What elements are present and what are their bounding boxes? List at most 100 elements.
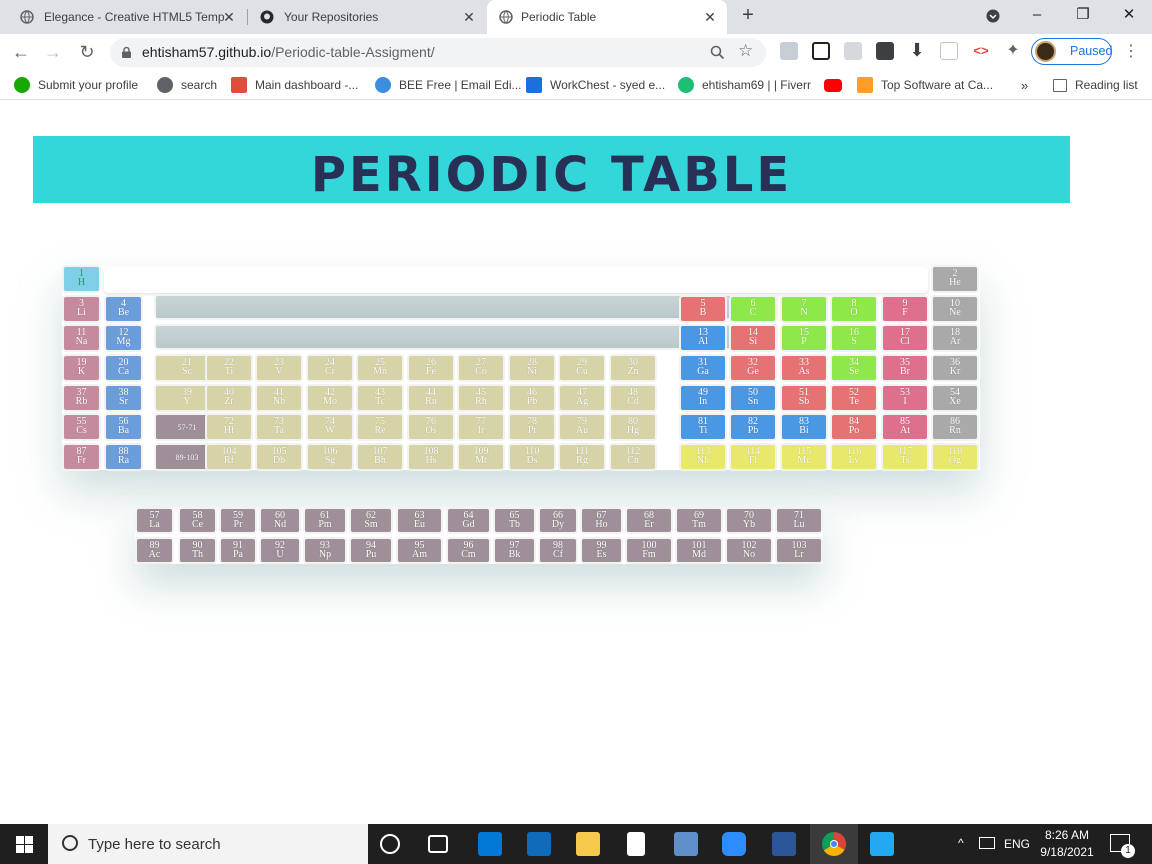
element-cell[interactable]: 75 Re [356,413,404,441]
element-cell[interactable]: 89 Ac [135,537,174,564]
notepad-icon[interactable] [627,832,645,856]
element-cell[interactable]: 107 Bh [356,443,404,471]
box-extension-icon[interactable] [940,42,958,60]
windows-start-button[interactable] [0,824,48,864]
element-cell[interactable]: 72 Hf [205,413,253,441]
element-cell[interactable]: 16 S [830,324,878,352]
element-cell[interactable]: 56 Ba [104,413,143,441]
minimize-icon[interactable]: – [1025,4,1049,28]
restore-icon[interactable]: ❐ [1071,4,1095,28]
chrome-taskbar-active[interactable] [810,824,858,864]
element-cell[interactable]: 27 Co [457,354,505,382]
element-cell[interactable]: 31 Ga [679,354,727,382]
element-cell[interactable]: 113 Nh [679,443,727,471]
file-explorer-icon[interactable] [576,832,600,856]
element-cell[interactable]: 52 Te [830,384,878,412]
element-cell[interactable]: 79 Au [558,413,606,441]
bookmarks-overflow[interactable]: » [1021,76,1028,94]
element-cell[interactable]: 114 Fl [729,443,777,471]
element-cell[interactable]: 101 Md [675,537,723,564]
notifications-icon[interactable]: 1 [1110,834,1135,858]
element-cell[interactable]: 112 Cn [609,443,657,471]
element-cell[interactable]: 43 Tc [356,384,404,412]
element-cell[interactable]: 44 Ru [407,384,455,412]
bookmark-item[interactable]: WorkChest - syed e... [526,76,665,94]
reload-icon[interactable]: ↻ [76,41,98,63]
element-cell[interactable]: 2 He [931,265,979,293]
task-view-icon[interactable] [428,835,448,853]
element-cell[interactable]: 20 Ca [104,354,143,382]
element-cell[interactable]: 62 Sm [349,507,393,534]
element-cell[interactable]: 96 Cm [446,537,491,564]
element-cell[interactable]: 92 U [259,537,301,564]
element-cell[interactable]: 73 Ta [255,413,303,441]
star-icon[interactable]: ☆ [738,41,753,61]
code-extension-icon[interactable]: <> [972,42,990,60]
download-icon[interactable]: ⬇ [908,41,926,60]
element-cell[interactable]: 51 Sb [780,384,828,412]
element-cell[interactable]: 81 Ti [679,413,727,441]
tab-periodic-table[interactable]: Periodic Table ✕ [487,0,727,34]
element-cell[interactable]: 18 Ar [931,324,979,352]
element-cell[interactable]: 83 Bi [780,413,828,441]
bookmark-item[interactable]: BEE Free | Email Edi... [375,76,522,94]
element-cell[interactable]: 47 Ag [558,384,606,412]
element-cell[interactable]: 69 Tm [675,507,723,534]
element-cell[interactable]: 80 Hg [609,413,657,441]
element-cell[interactable]: 103 Lr [775,537,823,564]
element-cell[interactable]: 19 K [62,354,101,382]
element-cell[interactable]: 102 No [725,537,773,564]
forward-arrow-icon[interactable]: → [42,41,64,63]
element-cell[interactable]: 50 Sn [729,384,777,412]
element-cell[interactable]: 87 Fr [62,443,101,471]
back-arrow-icon[interactable]: ← [10,41,32,63]
network-icon[interactable] [979,837,995,849]
element-cell[interactable]: 65 Tb [493,507,536,534]
element-cell[interactable]: 59 Pr [219,507,257,534]
element-cell[interactable]: 1H [62,265,101,293]
element-cell[interactable]: 106 Sg [306,443,354,471]
element-cell[interactable]: 14 Si [729,324,777,352]
element-cell[interactable]: 49 In [679,384,727,412]
vscode-icon[interactable] [870,832,894,856]
element-cell[interactable]: 15 P [780,324,828,352]
element-cell[interactable]: 30 Zn [609,354,657,382]
element-cell[interactable]: 46 Pb [508,384,556,412]
element-cell[interactable]: 90 Th [178,537,217,564]
element-cell[interactable]: 55 Cs [62,413,101,441]
element-cell[interactable]: 57 La [135,507,174,534]
element-cell[interactable]: 9F [881,295,929,323]
element-cell[interactable]: 99 Es [580,537,623,564]
element-cell[interactable]: 41 Nb [255,384,303,412]
puzzle-icon[interactable]: ✦ [1004,42,1022,60]
element-cell[interactable]: 11 Na [62,324,101,352]
element-cell[interactable]: 29 Cu [558,354,606,382]
profile-paused-button[interactable]: Paused [1031,38,1112,65]
element-cell[interactable]: 93 Np [303,537,347,564]
element-cell[interactable]: 110 Ds [508,443,556,471]
element-cell[interactable]: 104 Rf [205,443,253,471]
element-cell[interactable]: 35 Br [881,354,929,382]
cortana-icon[interactable] [380,834,400,854]
reading-list-button[interactable]: Reading list [1053,76,1138,94]
element-cell[interactable]: 60 Nd [259,507,301,534]
menu-dots-icon[interactable]: ⋮ [1120,41,1142,63]
app-icon[interactable] [674,832,698,856]
clock[interactable]: 8:26 AM 9/18/2021 [1036,827,1098,861]
element-cell[interactable]: 53 I [881,384,929,412]
element-cell[interactable]: 42 Mo [306,384,354,412]
close-window-icon[interactable]: ✕ [1117,4,1141,28]
bookmark-item[interactable]: Top Software at Ca... [857,76,993,94]
element-cell[interactable]: 25 Mn [356,354,404,382]
page-extension-icon[interactable] [812,42,830,60]
chevron-up-icon[interactable]: ^ [958,836,964,850]
element-cell[interactable]: 64 Gd [446,507,491,534]
element-cell[interactable]: 3 Li [62,295,101,323]
mail-icon[interactable] [527,832,551,856]
element-cell[interactable]: 6C [729,295,777,323]
taskbar-search-box[interactable]: Type here to search [48,824,368,864]
element-cell[interactable]: 36 Kr [931,354,979,382]
bookmark-item[interactable]: ehtisham69 | | Fiverr [678,76,811,94]
element-cell[interactable]: 10 Ne [931,295,979,323]
element-cell[interactable]: 12 Mg [104,324,143,352]
